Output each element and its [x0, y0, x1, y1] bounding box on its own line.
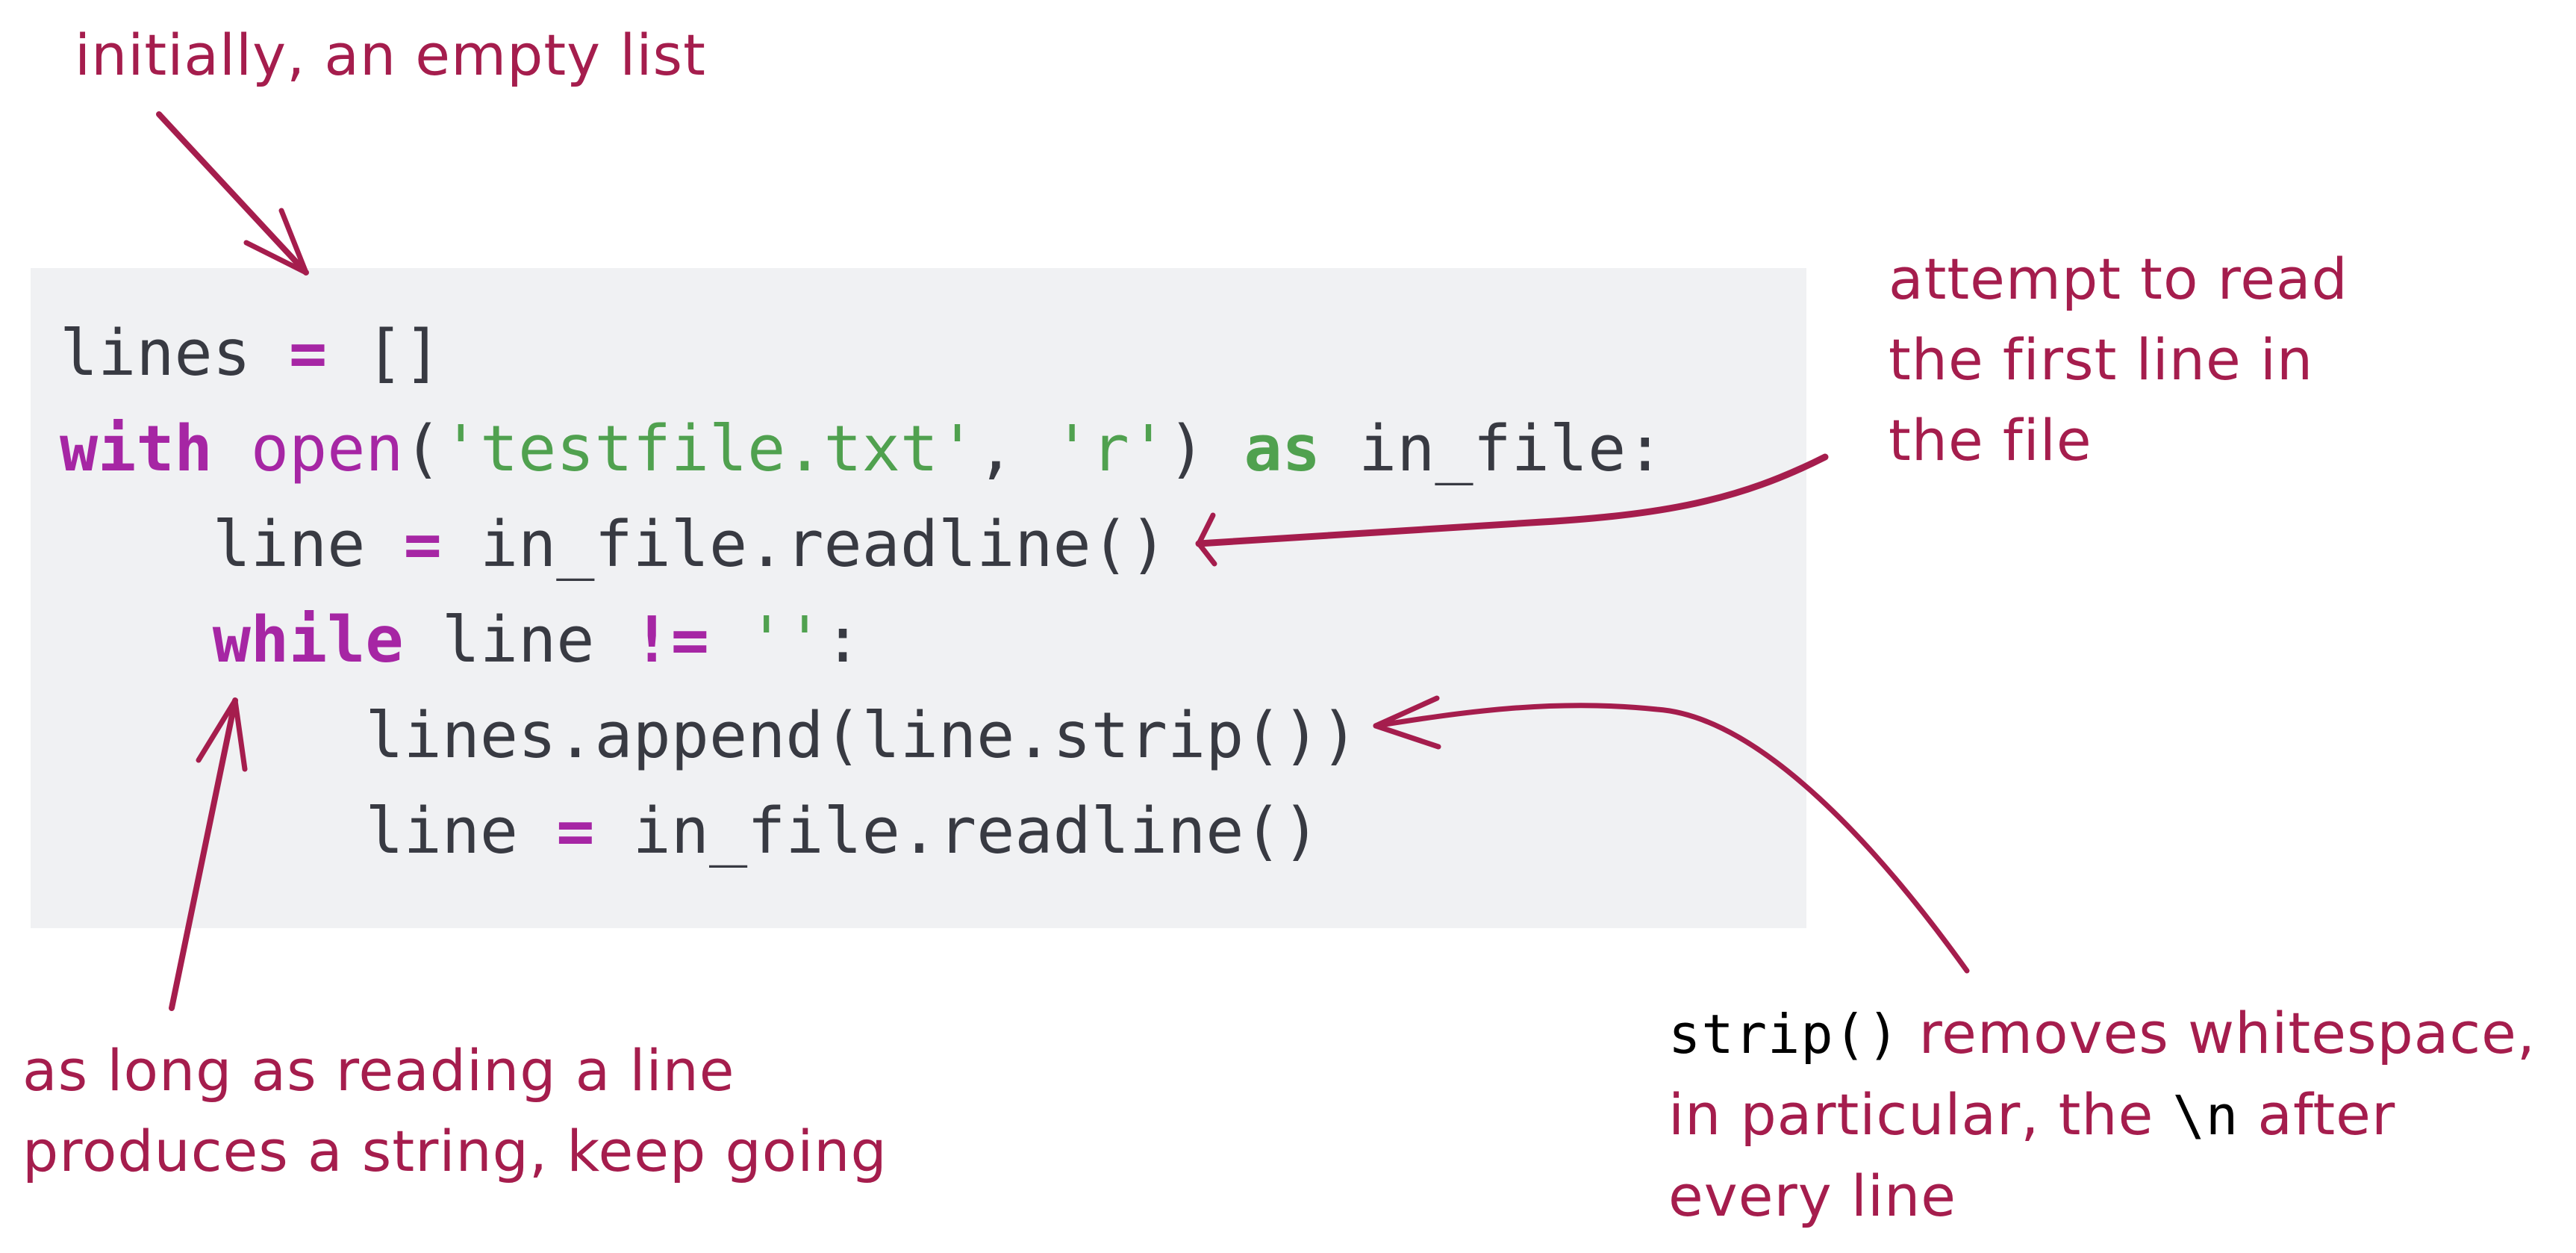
code-line: lines.append(line.strip())	[60, 688, 1664, 784]
code-token-str: 'r'	[1052, 412, 1168, 486]
annotation-first-line-3: the file	[1889, 407, 2092, 473]
annotation-strip-text-1: removes whitespace,	[1918, 1000, 2536, 1066]
code-token-plain: line	[60, 508, 404, 582]
code-listing: lines = [] with open('testfile.txt', 'r')…	[60, 306, 1664, 880]
code-token-plain: []	[327, 317, 442, 391]
code-line: lines = []	[60, 306, 1664, 402]
code-token-plain: lines	[60, 317, 290, 391]
code-token-kw2: as	[1244, 412, 1320, 486]
code-token-str: 'testfile.txt'	[441, 412, 977, 486]
annotation-strip-text-2b: after	[2257, 1081, 2396, 1148]
code-token-plain: :	[823, 603, 862, 677]
annotation-strip: strip() removes whitespace, in particula…	[1668, 993, 2536, 1237]
annotation-loop-2: produces a string, keep going	[22, 1118, 888, 1184]
code-line: with open('testfile.txt', 'r') as in_fil…	[60, 402, 1664, 497]
code-token-plain: ,	[976, 412, 1053, 486]
annotation-empty-list: initially, an empty list	[75, 15, 706, 96]
code-line: line = in_file.readline()	[60, 497, 1664, 593]
annotation-loop: as long as reading a line produces a str…	[22, 1030, 888, 1192]
code-line: line = in_file.readline()	[60, 784, 1664, 880]
annotation-strip-line-1: strip() removes whitespace,	[1668, 993, 2536, 1075]
code-token-kw: with	[60, 412, 213, 486]
code-token-plain: )	[1167, 412, 1244, 486]
code-token-plain: lines.append(line.strip())	[60, 699, 1359, 773]
annotation-empty-list-text: initially, an empty list	[75, 22, 706, 88]
code-token-plain: in_file.readline()	[441, 508, 1168, 582]
code-token-op: =	[556, 795, 595, 868]
annotation-first-line-1: attempt to read	[1889, 246, 2348, 312]
code-token-plain: in_file.readline()	[594, 795, 1320, 868]
code-token-plain: (	[403, 412, 442, 486]
code-token-fn: open	[250, 412, 404, 486]
strip-code-term: strip()	[1668, 1003, 1900, 1066]
annotation-strip-line-3: every line	[1668, 1163, 1957, 1229]
annotation-first-line-2: the first line in	[1889, 326, 2314, 393]
code-token-op: =	[403, 508, 442, 582]
code-token-op: =	[289, 317, 328, 391]
arrow-empty-list	[156, 111, 309, 276]
code-token-op: !=	[632, 603, 709, 677]
code-token-plain: line	[60, 795, 557, 868]
annotation-first-line: attempt to read the first line in the fi…	[1889, 239, 2348, 481]
code-token-plain: line	[403, 603, 633, 677]
code-token-kw: while	[212, 603, 404, 677]
annotation-loop-1: as long as reading a line	[22, 1037, 735, 1104]
annotation-strip-line-2: in particular, the \n after	[1668, 1075, 2536, 1156]
code-line: while line != '':	[60, 593, 1664, 688]
code-token-plain: in_file:	[1320, 412, 1665, 486]
annotation-strip-text-2a: in particular, the	[1668, 1081, 2154, 1148]
newline-code-term: \n	[2172, 1084, 2239, 1147]
code-token-str: ''	[747, 603, 824, 677]
